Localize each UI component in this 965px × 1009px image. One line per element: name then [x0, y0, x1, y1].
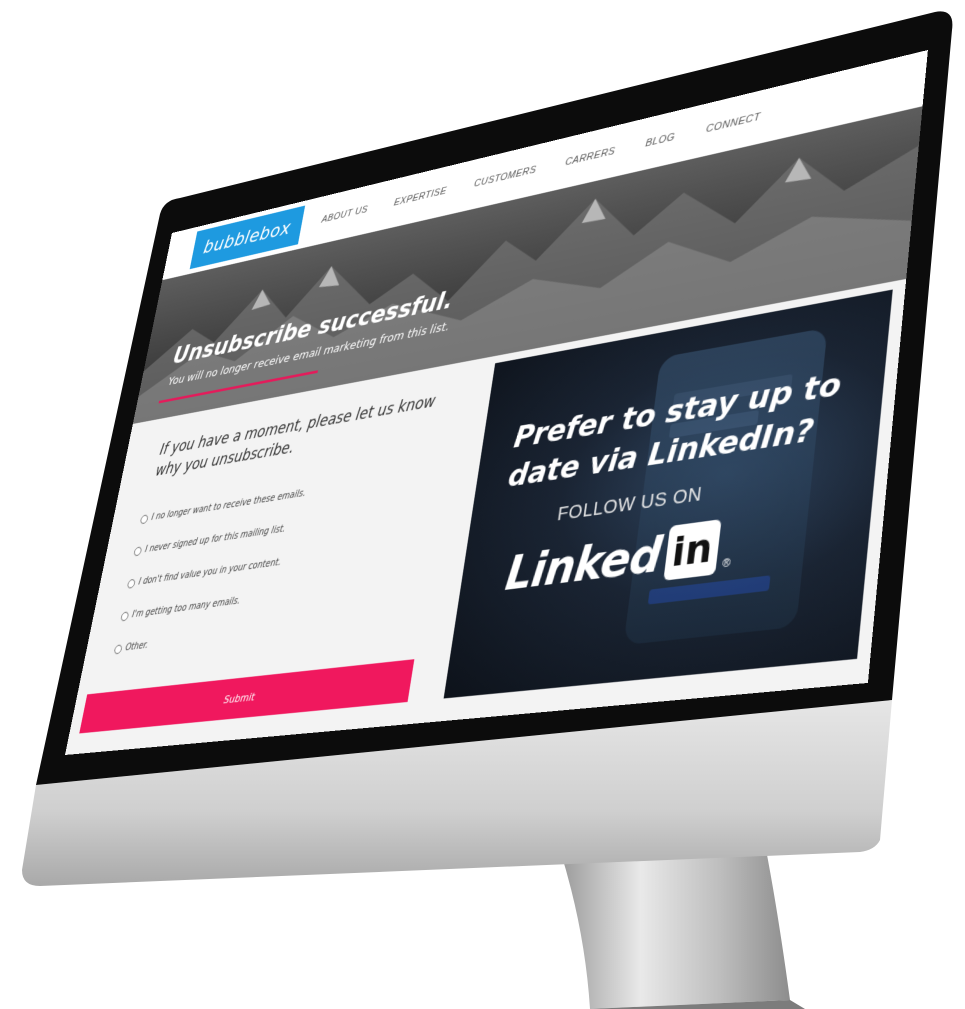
nav-about-us[interactable]: ABOUT US [321, 204, 369, 225]
option-label: Other. [124, 640, 149, 654]
option-label: I don't find value you in your content. [137, 557, 282, 588]
option-never-signed-up[interactable]: I never signed up for this mailing list. [133, 524, 286, 557]
option-other[interactable]: Other. [113, 640, 149, 654]
option-label: I'm getting too many emails. [131, 595, 242, 621]
nav-customers[interactable]: CUSTOMERS [473, 164, 537, 189]
logo-text: bubblebox [201, 216, 293, 259]
registered-mark: ® [721, 556, 732, 571]
nav-carrers[interactable]: CARRERS [564, 146, 615, 169]
option-no-longer-want[interactable]: I no longer want to receive these emails… [139, 488, 307, 524]
radio-button[interactable] [133, 545, 143, 556]
radio-button[interactable] [120, 610, 130, 622]
nav-expertise[interactable]: EXPERTISE [393, 185, 447, 208]
radio-button[interactable] [139, 513, 149, 524]
monitor-mockup: bubblebox ABOUT US EXPERTISE CUSTOMERS C… [0, 0, 965, 1009]
nav-connect[interactable]: CONNECT [705, 111, 761, 135]
option-label: I never signed up for this mailing list. [144, 523, 287, 555]
radio-button[interactable] [126, 578, 136, 589]
linkedin-in-icon: in [663, 519, 722, 581]
submit-button[interactable]: Submit [79, 659, 415, 734]
option-too-many-emails[interactable]: I'm getting too many emails. [120, 596, 241, 622]
nav-blog[interactable]: BLOG [645, 131, 676, 149]
option-label: I no longer want to receive these emails… [150, 488, 307, 523]
radio-button[interactable] [113, 643, 123, 654]
option-no-value[interactable]: I don't find value you in your content. [126, 557, 282, 589]
